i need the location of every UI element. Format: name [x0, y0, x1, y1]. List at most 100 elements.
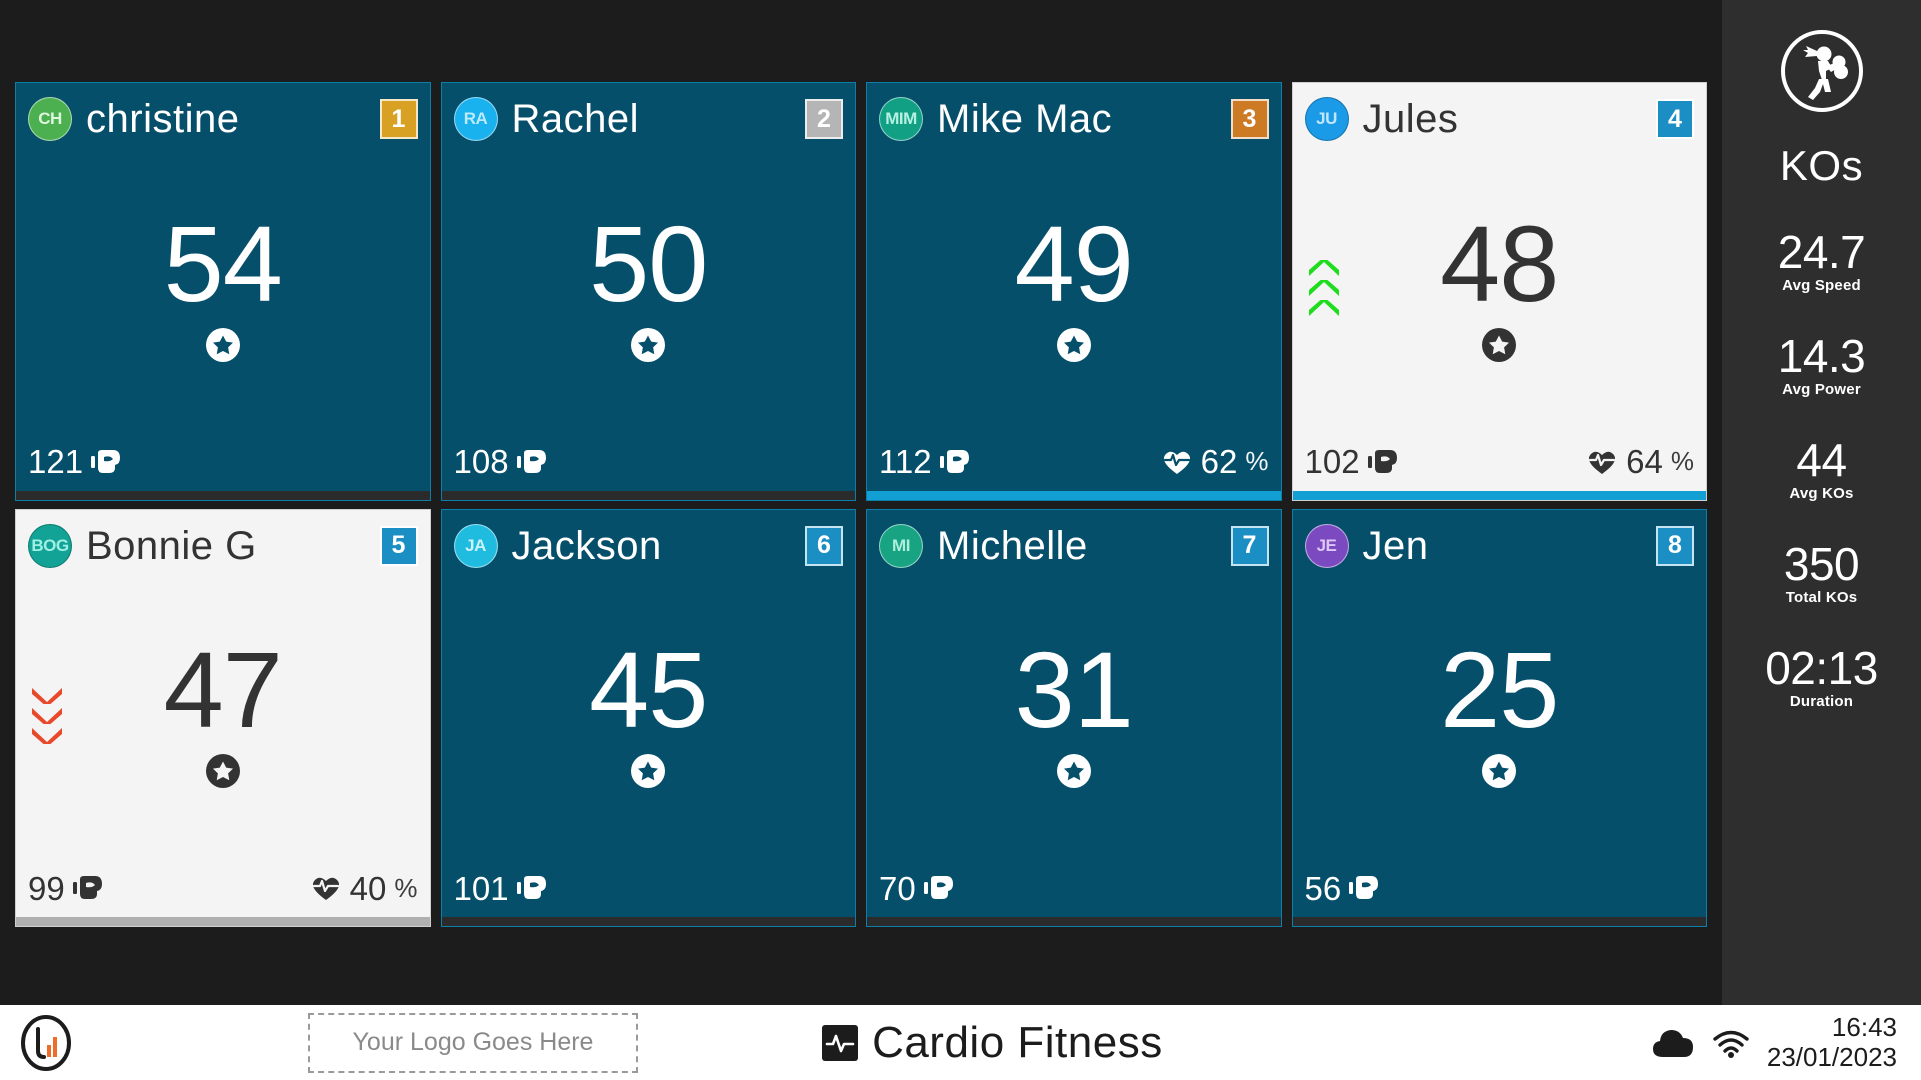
bottom-status-bar: Your Logo Goes Here Cardio Fitness 16:43…	[0, 1005, 1921, 1080]
summary-stat-value: 24.7	[1777, 226, 1866, 278]
card-body: 47	[16, 572, 430, 860]
star-badge-icon	[1056, 327, 1091, 362]
punch-count-block: 108	[454, 445, 547, 478]
athlete-card[interactable]: CH christine 1 54 121	[15, 82, 431, 501]
cloud-icon	[1651, 1027, 1695, 1059]
athlete-card[interactable]: JU Jules 4 48 102 64%	[1291, 82, 1707, 501]
heart-rate-icon	[1161, 448, 1193, 476]
card-footer: 112 62%	[867, 433, 1281, 491]
star-badge-icon	[1056, 754, 1091, 789]
card-header: JA Jackson 6	[442, 510, 856, 572]
card-footer: 121	[16, 433, 430, 491]
punch-count-value: 102	[1304, 443, 1360, 480]
score-value: 50	[589, 202, 708, 324]
summary-stat-label: Avg Power	[1782, 381, 1861, 398]
star-badge-icon	[1482, 327, 1517, 362]
heart-rate-icon	[1586, 448, 1618, 476]
star-badge-icon	[205, 754, 240, 789]
score-value: 31	[1014, 629, 1134, 751]
zone-accent-bar	[1292, 917, 1706, 926]
star-badge-icon	[205, 327, 240, 362]
score-value: 48	[1440, 202, 1559, 324]
rank-badge: 4	[1656, 99, 1694, 139]
summary-stat: 14.3 Avg Power	[1722, 332, 1921, 398]
heart-rate-unit: %	[1670, 446, 1694, 476]
punch-count-block: 121	[28, 445, 121, 478]
athlete-name: Bonnie G	[86, 523, 257, 568]
card-body: 25	[1293, 572, 1707, 860]
card-footer: 101	[442, 859, 856, 917]
star-badge-icon	[631, 754, 666, 789]
card-footer: 102 64%	[1293, 433, 1707, 491]
punch-count-block: 101	[454, 872, 547, 905]
wifi-icon	[1711, 1027, 1751, 1059]
rank-badge: 5	[379, 525, 418, 566]
card-footer: 108	[442, 433, 856, 491]
athlete-card[interactable]: MIM Mike Mac 3 49 112 62%	[866, 82, 1282, 501]
boxing-glove-icon	[516, 875, 547, 901]
chevron-up-icon	[1307, 259, 1341, 318]
athlete-name: Jackson	[511, 523, 662, 568]
card-body: 31	[867, 572, 1281, 860]
punch-count-block: 70	[879, 872, 954, 905]
app-logo-icon[interactable]	[20, 1014, 72, 1071]
score-value: 25	[1440, 629, 1559, 751]
star-badge-icon	[1482, 754, 1517, 789]
summary-stat-label: Avg KOs	[1789, 485, 1854, 502]
brand-block: Cardio Fitness	[822, 1018, 1163, 1068]
heart-rate-unit: %	[1245, 446, 1269, 476]
athlete-name: Michelle	[937, 523, 1088, 568]
chevron-down-icon	[30, 686, 64, 745]
avatar: CH	[28, 97, 72, 141]
avatar: JU	[1304, 97, 1349, 141]
card-header: JE Jen 8	[1293, 510, 1707, 572]
card-body: 45	[442, 572, 856, 860]
athlete-card[interactable]: RA Rachel 2 50 108	[440, 82, 856, 501]
brand-name: Cardio Fitness	[872, 1017, 1163, 1067]
heartbeat-icon	[822, 1024, 859, 1061]
card-body: 49	[867, 145, 1281, 433]
summary-stat: 02:13 Duration	[1722, 644, 1921, 710]
score-value: 54	[163, 202, 283, 324]
zone-accent-bar	[16, 917, 430, 926]
heart-rate-value: 62	[1200, 443, 1238, 480]
summary-stat-value: 14.3	[1777, 330, 1866, 382]
leaderboard-screen: CH christine 1 54 121 RA Rachel 2 50 108 MIM Mike M…	[0, 0, 1921, 1080]
summary-stat: 44 Avg KOs	[1722, 436, 1921, 502]
punch-count-value: 112	[879, 443, 932, 480]
summary-stat-value: 44	[1796, 434, 1847, 486]
heart-rate-icon	[310, 874, 342, 902]
summary-stat: 350 Total KOs	[1722, 540, 1921, 606]
clock-date: 23/01/2023	[1766, 1041, 1897, 1072]
heart-rate-value: 40	[349, 869, 387, 907]
rank-badge: 6	[805, 525, 843, 566]
punch-count-value: 101	[453, 869, 509, 907]
card-header: MI Michelle 7	[867, 510, 1281, 572]
clock-block: 16:43 23/01/2023	[1766, 1012, 1897, 1073]
athlete-card[interactable]: JE Jen 8 25 56	[1291, 508, 1707, 927]
athlete-card[interactable]: JA Jackson 6 45 101	[440, 508, 856, 927]
summary-stat: 24.7 Avg Speed	[1722, 228, 1921, 294]
logo-placeholder-text: Your Logo Goes Here	[352, 1028, 594, 1056]
athlete-card[interactable]: BOG Bonnie G 5 47 99 40%	[15, 508, 431, 927]
score-value: 45	[589, 629, 708, 751]
heart-rate-block: 40%	[310, 872, 418, 905]
rank-badge: 3	[1230, 99, 1269, 139]
star-badge-icon	[631, 327, 666, 362]
punch-count-value: 99	[28, 869, 65, 907]
athlete-name: Rachel	[511, 97, 640, 141]
logo-placeholder-slot[interactable]: Your Logo Goes Here	[308, 1012, 638, 1073]
card-header: RA Rachel 2	[442, 83, 856, 145]
avatar: MI	[879, 523, 923, 568]
summary-side-panel: KOs 24.7 Avg Speed 14.3 Avg Power 44 Avg KOs 3…	[1722, 0, 1921, 1005]
athlete-name: Mike Mac	[937, 97, 1113, 141]
punch-count-block: 102	[1305, 445, 1398, 478]
heart-rate-value: 64	[1626, 443, 1663, 480]
card-footer: 70	[867, 859, 1281, 917]
boxing-glove-icon	[939, 449, 970, 475]
summary-stat-label: Avg Speed	[1782, 277, 1861, 294]
heart-rate-block: 64%	[1586, 445, 1694, 478]
card-header: BOG Bonnie G 5	[16, 510, 430, 572]
card-header: JU Jules 4	[1293, 83, 1707, 145]
athlete-card[interactable]: MI Michelle 7 31 70	[866, 508, 1282, 927]
